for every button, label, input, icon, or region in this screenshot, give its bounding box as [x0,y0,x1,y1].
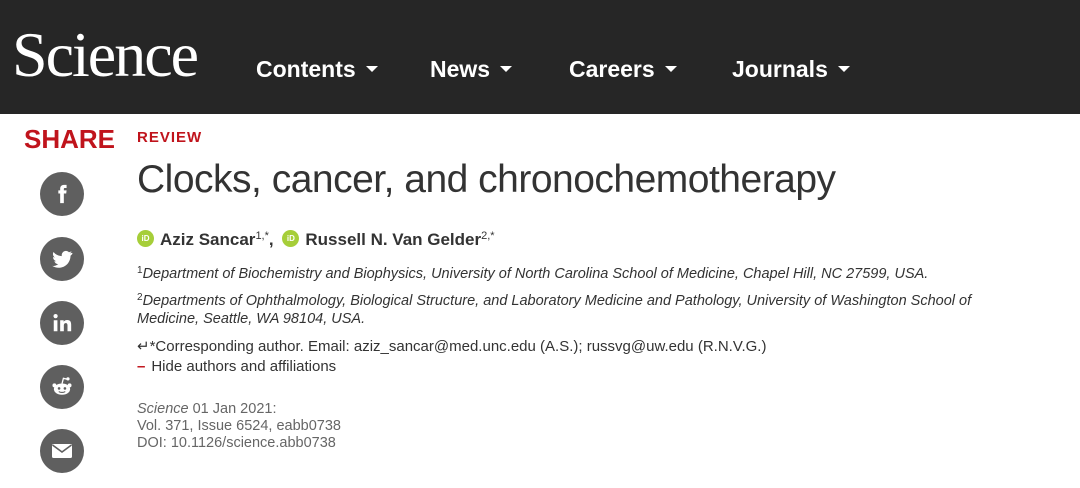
nav-journals-label: Journals [732,56,828,82]
author-van-gelder[interactable]: Russell N. Van Gelder [305,230,481,249]
email-icon [52,444,72,458]
orcid-icon[interactable]: iD [282,230,300,248]
email-link-van-gelder[interactable]: russvg@uw.edu [587,338,694,355]
author-sancar-affiliation: 1,* [255,230,269,242]
author-list: iD Aziz Sancar1,*, iD Russell N. Van Gelde… [137,228,495,252]
chevron-down-icon [500,65,513,72]
author-van-gelder-affiliation: 2,* [481,230,495,242]
affiliation-1-number: 1 [137,265,143,276]
site-header: Science Contents News Careers Journals [0,0,1080,114]
citation-journal-line: Science 01 Jan 2021: [137,400,276,418]
nav-journals[interactable]: Journals [732,54,850,84]
email-link-sancar[interactable]: aziz_sancar@med.unc.edu [354,338,536,355]
affiliation-2-number: 2 [137,292,143,303]
affiliation-1: 1Department of Biochemistry and Biophysi… [137,265,928,283]
hide-authors-toggle[interactable]: – Hide authors and affiliations [137,358,336,376]
affiliation-1-text: Department of Biochemistry and Biophysic… [142,266,929,282]
corresponding-mid: (A.S.); [535,338,587,355]
science-logo[interactable]: Science [12,20,199,90]
share-email-button[interactable] [40,429,84,473]
citation-doi: DOI: 10.1126/science.abb0738 [137,435,336,451]
hide-authors-label: Hide authors and affiliations [151,358,337,375]
reddit-icon [52,377,72,395]
chevron-down-icon [837,65,850,72]
author-sancar[interactable]: Aziz Sancar [160,230,255,249]
article-type-label: REVIEW [137,129,203,146]
share-linkedin-button[interactable] [40,301,84,345]
nav-careers[interactable]: Careers [569,54,677,84]
citation-volume: Vol. 371, Issue 6524, eabb0738 [137,418,341,434]
twitter-icon [52,250,73,268]
nav-news-label: News [430,56,491,82]
citation-journal: Science [137,401,189,417]
share-facebook-button[interactable] [40,172,84,216]
affiliation-2-text-line2: Medicine, Seattle, WA 98104, USA. [137,311,366,327]
share-twitter-button[interactable] [40,237,84,281]
chevron-down-icon [365,65,378,72]
orcid-icon[interactable]: iD [137,230,154,248]
chevron-down-icon [664,65,677,72]
corresponding-prefix: ↵*Corresponding author. Email: [137,338,354,355]
facebook-icon [58,184,67,204]
corresponding-author: ↵*Corresponding author. Email: aziz_sanc… [137,338,766,356]
author-separator: , [268,230,274,249]
nav-news[interactable]: News [430,54,513,84]
collapse-icon: – [137,358,146,375]
share-label: SHARE [24,124,116,154]
share-reddit-button[interactable] [40,365,84,409]
nav-contents-label: Contents [256,56,356,82]
nav-careers-label: Careers [569,56,655,82]
linkedin-icon [53,314,72,332]
affiliation-2-text-line1: Departments of Ophthalmology, Biological… [142,293,972,309]
corresponding-suffix: (R.N.V.G.) [693,338,767,355]
affiliation-2: 2Departments of Ophthalmology, Biologica… [137,292,971,328]
article-title: Clocks, cancer, and chronochemotherapy [137,158,836,201]
nav-contents[interactable]: Contents [256,54,378,84]
citation-date: 01 Jan 2021: [188,401,277,417]
